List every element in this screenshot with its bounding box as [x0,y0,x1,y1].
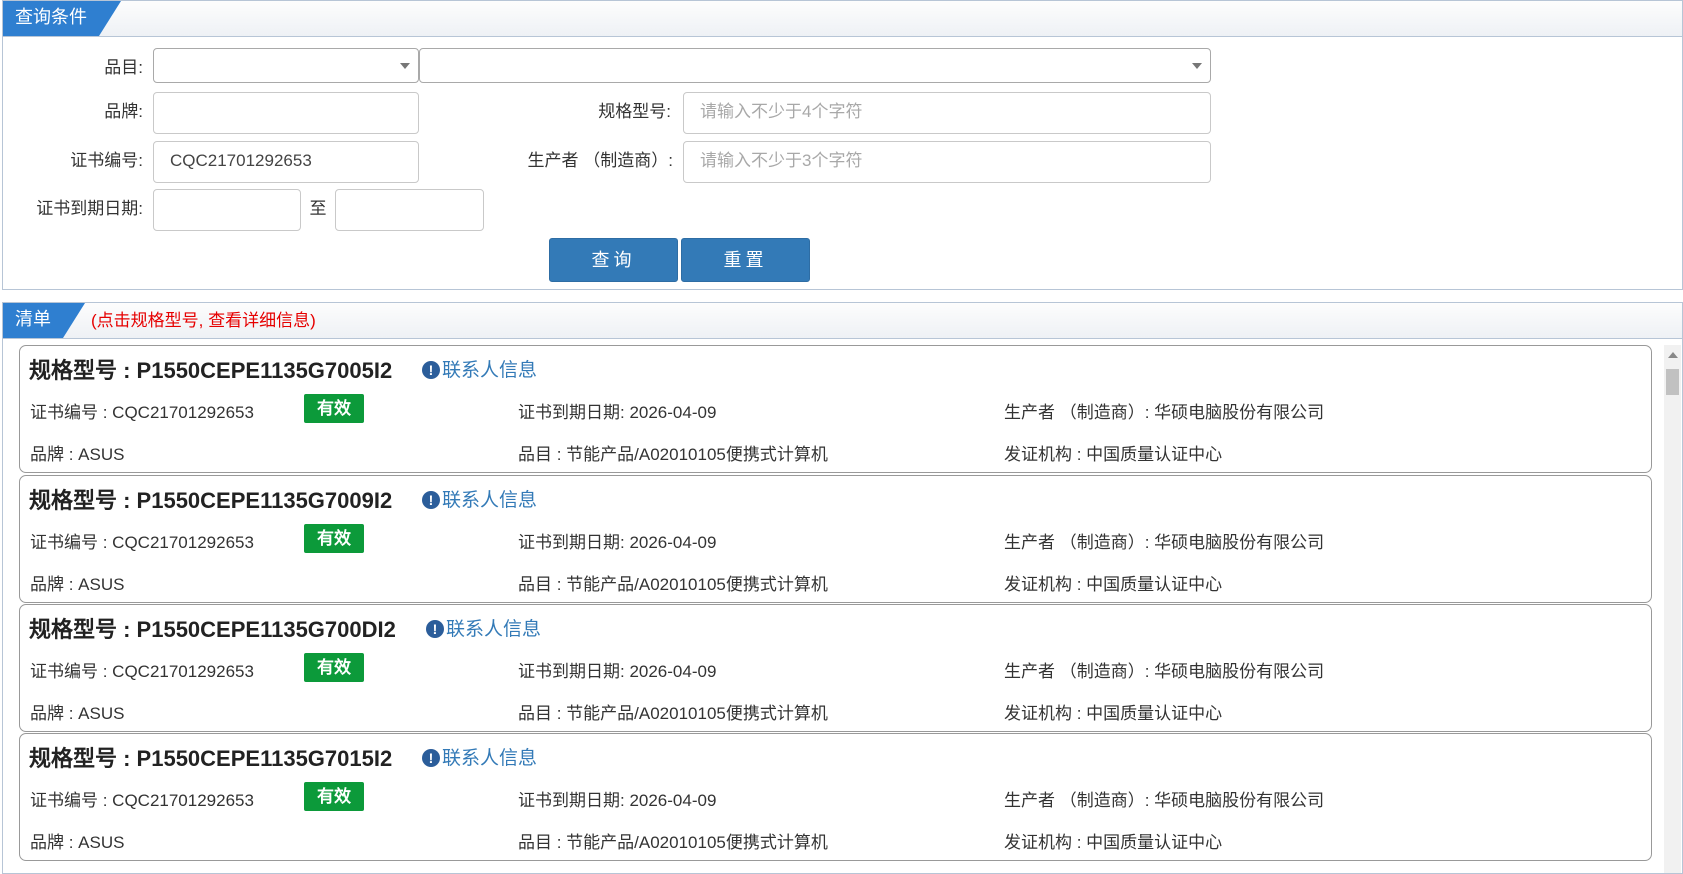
contact-info-link[interactable]: ! 联系人信息 [422,485,537,512]
list-item: 规格型号 : P1550CEPE1135G7009I2 ! 联系人信息 证书编号 … [19,475,1652,603]
category: 品目 : 节能产品/A02010105便携式计算机 [518,445,828,464]
list-item: 规格型号 : P1550CEPE1135G700DI2 ! 联系人信息 证书编号 … [19,604,1652,732]
model-input[interactable]: 请输入不少于4个字符 [683,92,1211,134]
expiry-start-input[interactable] [153,189,301,231]
model-link[interactable]: 规格型号 : P1550CEPE1135G7015I2 [29,741,392,773]
model-link[interactable]: 规格型号 : P1550CEPE1135G7009I2 [29,483,392,515]
manufacturer-label: 生产者 （制造商）: [527,151,673,170]
manufacturer: 生产者 （制造商）: 华硕电脑股份有限公司 [1004,662,1325,681]
list-panel: 清单 (点击规格型号, 查看详细信息) 规格型号 : P1550CEPE1135… [2,302,1683,874]
cert-input[interactable]: CQC21701292653 [153,141,419,183]
expiry-date: 证书到期日期: 2026-04-09 [518,662,717,681]
issuer: 发证机构 : 中国质量认证中心 [1004,575,1223,594]
cert-input-value: CQC21701292653 [170,151,312,170]
brand-label: 品牌: [104,102,143,121]
brand: 品牌 : ASUS [30,445,125,464]
scroll-up-arrow-icon[interactable] [1668,352,1678,358]
model-input-placeholder: 请输入不少于4个字符 [700,102,863,121]
contact-info-label: 联系人信息 [442,360,538,381]
contact-info-link[interactable]: ! 联系人信息 [422,743,537,770]
date-separator: 至 [309,199,327,218]
cert-number: 证书编号 : CQC21701292653 [30,662,254,681]
brand: 品牌 : ASUS [30,575,125,594]
query-tab: 查询条件 [3,1,121,36]
chevron-down-icon [400,63,410,69]
model-link[interactable]: 规格型号 : P1550CEPE1135G7005I2 [29,353,392,385]
contact-info-label: 联系人信息 [446,619,542,640]
scrollbar-thumb[interactable] [1666,369,1679,395]
manufacturer-input[interactable]: 请输入不少于3个字符 [683,141,1211,183]
issuer: 发证机构 : 中国质量认证中心 [1004,833,1223,852]
category-select[interactable] [153,48,419,83]
manufacturer: 生产者 （制造商）: 华硕电脑股份有限公司 [1004,403,1325,422]
cert-number: 证书编号 : CQC21701292653 [30,791,254,810]
model-label: 规格型号: [598,102,671,121]
chevron-down-icon [1192,63,1202,69]
expiry-date: 证书到期日期: 2026-04-09 [518,403,717,422]
contact-info-label: 联系人信息 [442,490,538,511]
cert-number: 证书编号 : CQC21701292653 [30,533,254,552]
info-icon: ! [422,749,440,767]
issuer: 发证机构 : 中国质量认证中心 [1004,704,1223,723]
cert-number: 证书编号 : CQC21701292653 [30,403,254,422]
brand: 品牌 : ASUS [30,833,125,852]
category: 品目 : 节能产品/A02010105便携式计算机 [518,704,828,723]
list-item: 规格型号 : P1550CEPE1135G7015I2 ! 联系人信息 证书编号 … [19,733,1652,861]
list-hint: (点击规格型号, 查看详细信息) [91,311,316,330]
manufacturer: 生产者 （制造商）: 华硕电脑股份有限公司 [1004,533,1325,552]
expiry-end-input[interactable] [335,189,484,231]
info-icon: ! [422,491,440,509]
list-tab: 清单 [3,303,85,338]
manufacturer-input-placeholder: 请输入不少于3个字符 [700,151,863,170]
expiry-date: 证书到期日期: 2026-04-09 [518,533,717,552]
search-button[interactable]: 查询 [549,238,678,282]
model-link[interactable]: 规格型号 : P1550CEPE1135G700DI2 [29,612,396,644]
reset-button[interactable]: 重置 [681,238,810,282]
subcategory-select[interactable] [419,48,1211,83]
contact-info-label: 联系人信息 [442,748,538,769]
brand: 品牌 : ASUS [30,704,125,723]
manufacturer: 生产者 （制造商）: 华硕电脑股份有限公司 [1004,791,1325,810]
contact-info-link[interactable]: ! 联系人信息 [426,614,541,641]
query-panel: 查询条件 品目: 品牌: 规格型号: 请输入不少于4个字符 证书编号: CQC2… [2,0,1683,290]
list-panel-header: 清单 (点击规格型号, 查看详细信息) [3,303,1682,339]
status-badge: 有效 [304,394,364,423]
expiry-label: 证书到期日期: [36,199,143,218]
status-badge: 有效 [304,653,364,682]
info-icon: ! [422,361,440,379]
status-badge: 有效 [304,524,364,553]
query-panel-header: 查询条件 [3,1,1682,37]
list-item: 规格型号 : P1550CEPE1135G7005I2 ! 联系人信息 证书编号 … [19,345,1652,473]
status-badge: 有效 [304,782,364,811]
category-label: 品目: [104,58,143,77]
cert-label: 证书编号: [70,151,143,170]
result-list: 规格型号 : P1550CEPE1135G7005I2 ! 联系人信息 证书编号 … [19,345,1652,873]
info-icon: ! [426,620,444,638]
issuer: 发证机构 : 中国质量认证中心 [1004,445,1223,464]
contact-info-link[interactable]: ! 联系人信息 [422,355,537,382]
list-scrollbar[interactable] [1664,345,1681,873]
expiry-date: 证书到期日期: 2026-04-09 [518,791,717,810]
category: 品目 : 节能产品/A02010105便携式计算机 [518,575,828,594]
category: 品目 : 节能产品/A02010105便携式计算机 [518,833,828,852]
brand-input[interactable] [153,92,419,134]
